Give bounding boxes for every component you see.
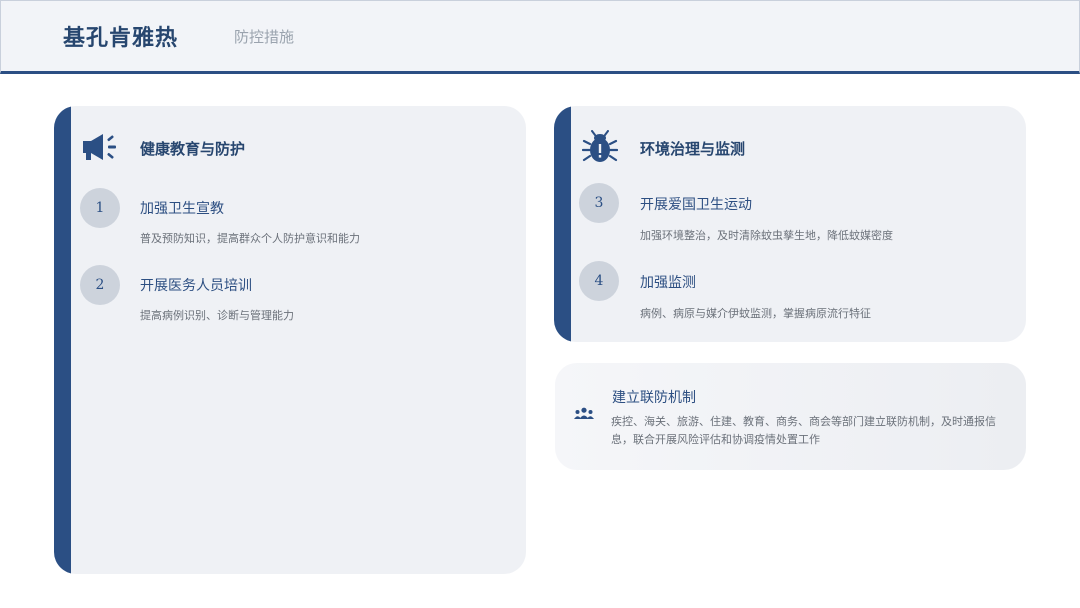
page-subtitle: 防控措施 (234, 28, 295, 46)
education-section-title: 健康教育与防护 (140, 140, 246, 158)
item-description: 加强环境整治，及时清除蚊虫孳生地，降低蚊媒密度 (640, 229, 893, 242)
megaphone-icon (83, 134, 116, 160)
item-title: 加强监测 (640, 275, 696, 291)
education-card: 健康教育与防护 1 加强卫生宣教 普及预防知识，提高群众个人防护意识和能力 2 … (54, 106, 526, 574)
accent-bar (554, 106, 571, 342)
item-title: 加强卫生宣教 (140, 201, 224, 217)
accent-bar (54, 106, 71, 574)
item-title: 开展医务人员培训 (140, 278, 252, 294)
item-description: 普及预防知识，提高群众个人防护意识和能力 (140, 232, 360, 245)
people-group-icon (574, 407, 594, 419)
number-badge: 3 (579, 183, 619, 223)
environment-card: 环境治理与监测 3 开展爱国卫生运动 加强环境整治，及时清除蚊虫孳生地，降低蚊媒… (554, 106, 1026, 342)
number-badge: 1 (80, 188, 120, 228)
item-description: 提高病例识别、诊断与管理能力 (140, 309, 294, 322)
header: 基孔肯雅热 防控措施 (0, 0, 1080, 74)
page-title: 基孔肯雅热 (63, 25, 179, 51)
number-badge: 2 (80, 265, 120, 305)
item-description: 病例、病原与媒介伊蚊监测，掌握病原流行特征 (640, 307, 871, 320)
joint-section-title: 建立联防机制 (612, 390, 696, 406)
item-title: 开展爱国卫生运动 (640, 197, 752, 213)
number-badge: 4 (579, 261, 619, 301)
joint-section-description: 疾控、海关、旅游、住建、教育、商务、商会等部门建立联防机制，及时通报信息，联合开… (611, 415, 996, 446)
bug-icon (582, 130, 618, 162)
environment-section-title: 环境治理与监测 (640, 140, 746, 158)
joint-mechanism-card: 建立联防机制 疾控、海关、旅游、住建、教育、商务、商会等部门建立联防机制，及时通… (555, 363, 1026, 470)
